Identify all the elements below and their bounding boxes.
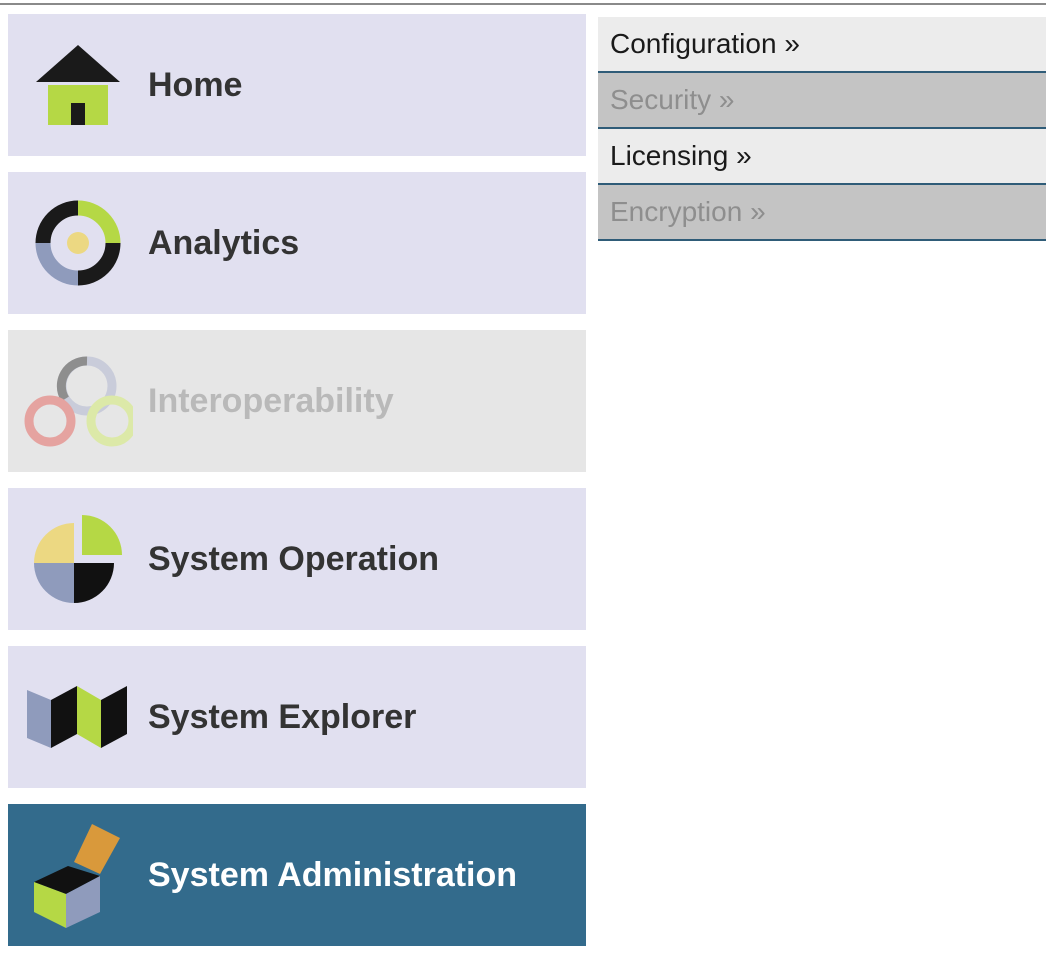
home-icon: [18, 14, 138, 156]
nav-label-system-operation: System Operation: [148, 539, 439, 578]
nav-item-home[interactable]: Home: [8, 14, 586, 156]
nav-item-system-administration[interactable]: System Administration: [8, 804, 586, 946]
nav-label-system-administration: System Administration: [148, 855, 518, 894]
nav-item-interoperability: Interoperability: [8, 330, 586, 472]
submenu-item-configuration[interactable]: Configuration »: [598, 17, 1046, 73]
submenu-item-security: Security »: [598, 73, 1046, 129]
system-administration-icon: [18, 804, 138, 946]
submenu-item-licensing[interactable]: Licensing »: [598, 129, 1046, 185]
nav-item-analytics[interactable]: Analytics: [8, 172, 586, 314]
interoperability-icon: [18, 330, 138, 472]
nav-label-system-explorer: System Explorer: [148, 697, 417, 736]
analytics-icon: [18, 172, 138, 314]
top-divider: [0, 3, 1046, 5]
system-operation-icon: [18, 488, 138, 630]
system-explorer-icon: [18, 646, 138, 788]
nav-item-system-operation[interactable]: System Operation: [8, 488, 586, 630]
main-nav: Home Analytics Interoperability System O…: [8, 14, 586, 962]
nav-label-interoperability: Interoperability: [148, 381, 394, 420]
submenu-item-encryption: Encryption »: [598, 185, 1046, 241]
nav-label-analytics: Analytics: [148, 223, 300, 262]
system-administration-submenu: Configuration » Security » Licensing » E…: [598, 17, 1046, 241]
nav-item-system-explorer[interactable]: System Explorer: [8, 646, 586, 788]
nav-label-home: Home: [148, 65, 243, 104]
